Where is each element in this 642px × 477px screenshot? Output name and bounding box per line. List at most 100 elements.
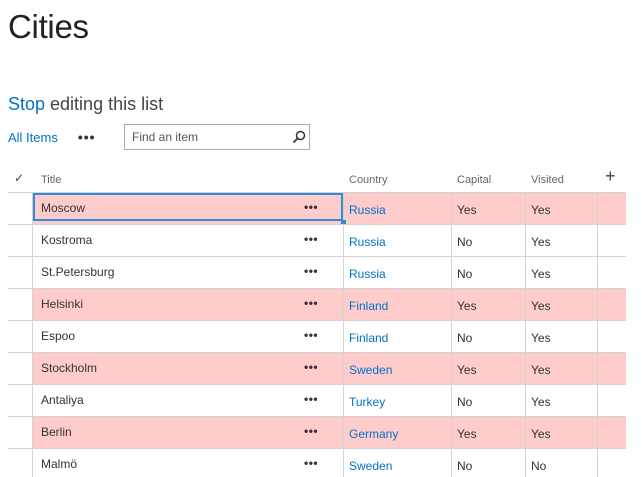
column-header-capital[interactable]: Capital xyxy=(457,174,491,186)
cell-visited[interactable]: Yes xyxy=(531,299,551,320)
cell-divider xyxy=(451,257,452,288)
select-all-checkmark-icon[interactable]: ✓ xyxy=(14,171,24,185)
row-select-cell[interactable] xyxy=(8,193,32,224)
cell-title[interactable]: Kostroma xyxy=(41,233,92,256)
row-cells: Stockholm ••• Sweden Yes Yes xyxy=(32,353,626,384)
row-select-cell[interactable] xyxy=(8,353,32,384)
search-icon[interactable] xyxy=(289,126,309,148)
cell-capital[interactable]: No xyxy=(457,267,472,288)
cell-divider xyxy=(32,417,33,448)
row-more-button[interactable]: ••• xyxy=(304,265,318,288)
table-row[interactable]: Espoo ••• Finland No Yes xyxy=(8,320,626,352)
cell-visited[interactable]: Yes xyxy=(531,331,551,352)
row-select-cell[interactable] xyxy=(8,385,32,416)
cell-divider xyxy=(32,321,33,352)
row-more-button[interactable]: ••• xyxy=(304,233,318,256)
column-header-country[interactable]: Country xyxy=(349,174,388,186)
cell-divider xyxy=(525,321,526,352)
page-title: Cities xyxy=(8,8,89,45)
cell-country-link[interactable]: Russia xyxy=(349,267,386,288)
cell-divider xyxy=(451,417,452,448)
cell-visited[interactable]: Yes xyxy=(531,427,551,448)
row-more-button[interactable]: ••• xyxy=(304,361,318,384)
row-more-button[interactable]: ••• xyxy=(304,457,318,477)
row-select-cell[interactable] xyxy=(8,225,32,256)
row-select-cell[interactable] xyxy=(8,321,32,352)
cell-divider xyxy=(525,257,526,288)
table-row[interactable]: Antaliya ••• Turkey No Yes xyxy=(8,384,626,416)
cell-capital[interactable]: Yes xyxy=(457,363,477,384)
cell-title[interactable]: Stockholm xyxy=(41,361,97,384)
cell-capital[interactable]: No xyxy=(457,395,472,416)
cell-divider xyxy=(597,225,598,256)
cell-visited[interactable]: Yes xyxy=(531,363,551,384)
cell-visited[interactable]: Yes xyxy=(531,395,551,416)
view-more-button[interactable]: ••• xyxy=(78,130,96,144)
row-more-button[interactable]: ••• xyxy=(304,425,318,448)
cell-divider xyxy=(343,353,344,384)
cell-title[interactable]: St.Petersburg xyxy=(41,265,114,288)
cell-visited[interactable]: Yes xyxy=(531,267,551,288)
cell-capital[interactable]: Yes xyxy=(457,203,477,224)
cell-divider xyxy=(597,353,598,384)
cell-title[interactable]: Helsinki xyxy=(41,297,83,320)
cell-capital[interactable]: Yes xyxy=(457,427,477,448)
cell-country-link[interactable]: Russia xyxy=(349,235,386,256)
grid-rows: Moscow ••• Russia Yes Yes Kostroma ••• Russia No… xyxy=(8,192,626,477)
row-more-button[interactable]: ••• xyxy=(304,297,318,320)
cell-divider xyxy=(597,321,598,352)
row-more-button[interactable]: ••• xyxy=(304,393,318,416)
cell-divider xyxy=(32,257,33,288)
table-row[interactable]: St.Petersburg ••• Russia No Yes xyxy=(8,256,626,288)
add-column-plus-icon[interactable]: + xyxy=(605,166,616,187)
cell-visited[interactable]: Yes xyxy=(531,235,551,256)
cell-country-link[interactable]: Sweden xyxy=(349,459,392,477)
cell-divider xyxy=(597,449,598,477)
stop-editing-link[interactable]: Stop xyxy=(8,94,45,114)
table-row[interactable]: Moscow ••• Russia Yes Yes xyxy=(8,192,626,225)
cell-visited[interactable]: No xyxy=(531,459,546,477)
table-row[interactable]: Berlin ••• Germany Yes Yes xyxy=(8,416,626,448)
view-all-items[interactable]: All Items xyxy=(8,130,58,145)
row-select-cell[interactable] xyxy=(8,449,32,477)
column-header-visited[interactable]: Visited xyxy=(531,174,564,186)
table-row[interactable]: Stockholm ••• Sweden Yes Yes xyxy=(8,352,626,384)
row-select-cell[interactable] xyxy=(8,417,32,448)
list-grid: ✓ Title Country Capital Visited + Moscow… xyxy=(8,166,626,477)
cell-divider xyxy=(597,289,598,320)
cell-divider xyxy=(451,225,452,256)
search-input[interactable] xyxy=(130,126,289,148)
cell-divider xyxy=(451,385,452,416)
cell-divider xyxy=(343,321,344,352)
row-select-cell[interactable] xyxy=(8,289,32,320)
cell-capital[interactable]: No xyxy=(457,235,472,256)
row-more-button[interactable]: ••• xyxy=(304,201,318,224)
view-bar: All Items ••• xyxy=(8,124,310,150)
cell-title[interactable]: Espoo xyxy=(41,329,75,352)
table-row[interactable]: Helsinki ••• Finland Yes Yes xyxy=(8,288,626,320)
cell-country-link[interactable]: Sweden xyxy=(349,363,392,384)
row-select-cell[interactable] xyxy=(8,257,32,288)
cell-country-link[interactable]: Turkey xyxy=(349,395,385,416)
cell-country-link[interactable]: Finland xyxy=(349,331,388,352)
cell-country-link[interactable]: Finland xyxy=(349,299,388,320)
row-cells: St.Petersburg ••• Russia No Yes xyxy=(32,257,626,288)
cell-title[interactable]: Moscow xyxy=(41,201,85,224)
cell-capital[interactable]: No xyxy=(457,459,472,477)
cell-title[interactable]: Malmö xyxy=(41,457,77,477)
row-cells: Malmö ••• Sweden No No xyxy=(32,449,626,477)
column-header-title[interactable]: Title xyxy=(41,174,61,186)
table-row[interactable]: Malmö ••• Sweden No No xyxy=(8,448,626,477)
cell-divider xyxy=(597,417,598,448)
cell-divider xyxy=(597,385,598,416)
cell-title[interactable]: Berlin xyxy=(41,425,72,448)
cell-visited[interactable]: Yes xyxy=(531,203,551,224)
row-more-button[interactable]: ••• xyxy=(304,329,318,352)
cell-title[interactable]: Antaliya xyxy=(41,393,84,416)
cell-capital[interactable]: No xyxy=(457,331,472,352)
cell-country-link[interactable]: Russia xyxy=(349,203,386,224)
table-row[interactable]: Kostroma ••• Russia No Yes xyxy=(8,224,626,256)
cell-country-link[interactable]: Germany xyxy=(349,427,398,448)
cell-divider xyxy=(525,353,526,384)
cell-capital[interactable]: Yes xyxy=(457,299,477,320)
